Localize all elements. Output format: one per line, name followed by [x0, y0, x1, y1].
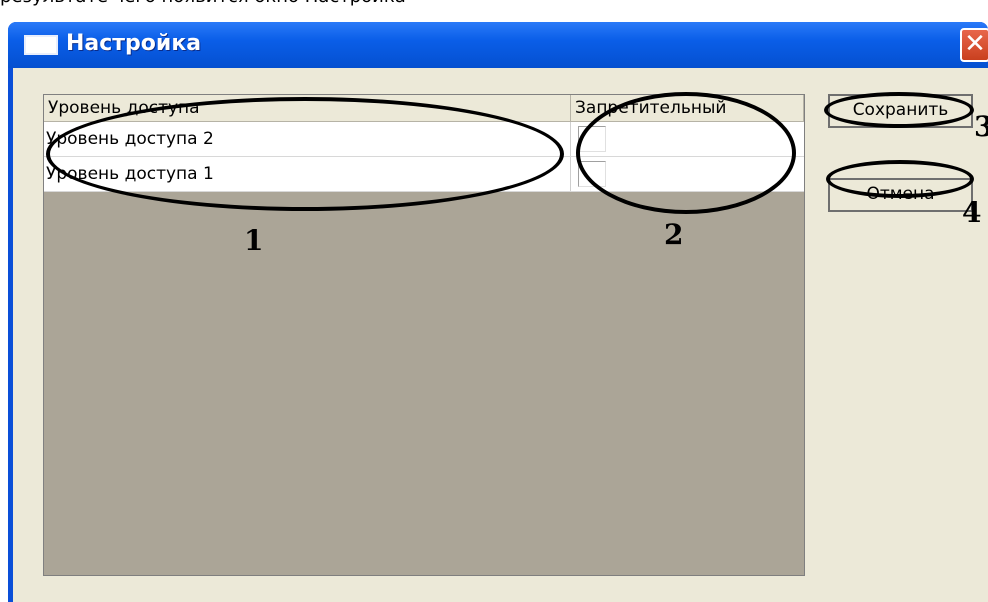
window-icon	[24, 35, 58, 55]
document-text-strip: результате чего появится окно Настройка	[0, 0, 988, 8]
annotation-number-3: 3	[974, 110, 988, 143]
annotation-number-2: 2	[664, 218, 684, 251]
annotation-ellipse-1	[46, 97, 564, 211]
annotation-number-1: 1	[244, 224, 264, 257]
annotation-ellipse-3	[824, 92, 974, 128]
close-button[interactable]: ✕	[960, 28, 988, 62]
annotation-number-4: 4	[962, 196, 982, 229]
window-title: Настройка	[66, 31, 202, 56]
title-bar[interactable]: Настройка ✕	[8, 22, 988, 68]
cell-separator	[570, 122, 571, 156]
annotation-ellipse-4	[826, 160, 974, 198]
cell-separator	[570, 157, 571, 191]
annotation-ellipse-2	[576, 92, 796, 214]
